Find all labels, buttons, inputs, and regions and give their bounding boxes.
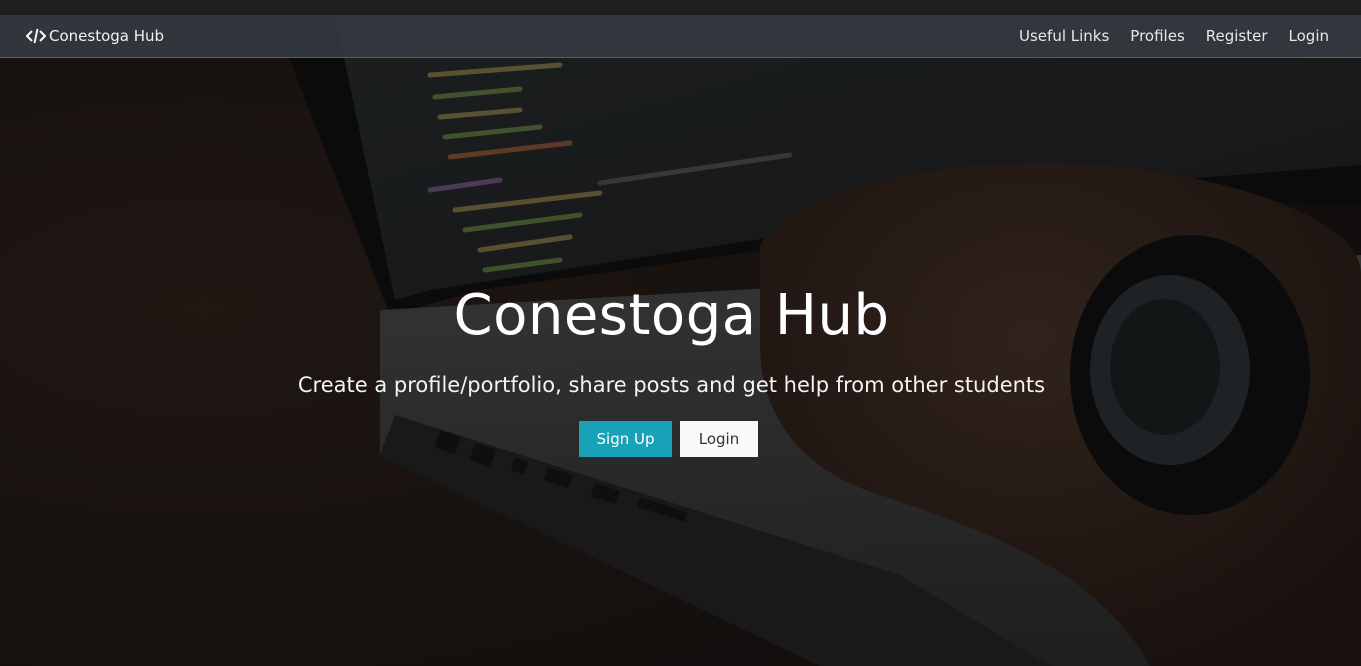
- hero-subtitle: Create a profile/portfolio, share posts …: [297, 373, 1046, 397]
- login-button[interactable]: Login: [680, 421, 758, 457]
- sign-up-button[interactable]: Sign Up: [579, 421, 672, 457]
- hero-title: Conestoga Hub: [453, 283, 890, 348]
- hero-content: Conestoga Hub Create a profile/portfolio…: [0, 15, 1361, 666]
- browser-top-strip: [0, 0, 1361, 15]
